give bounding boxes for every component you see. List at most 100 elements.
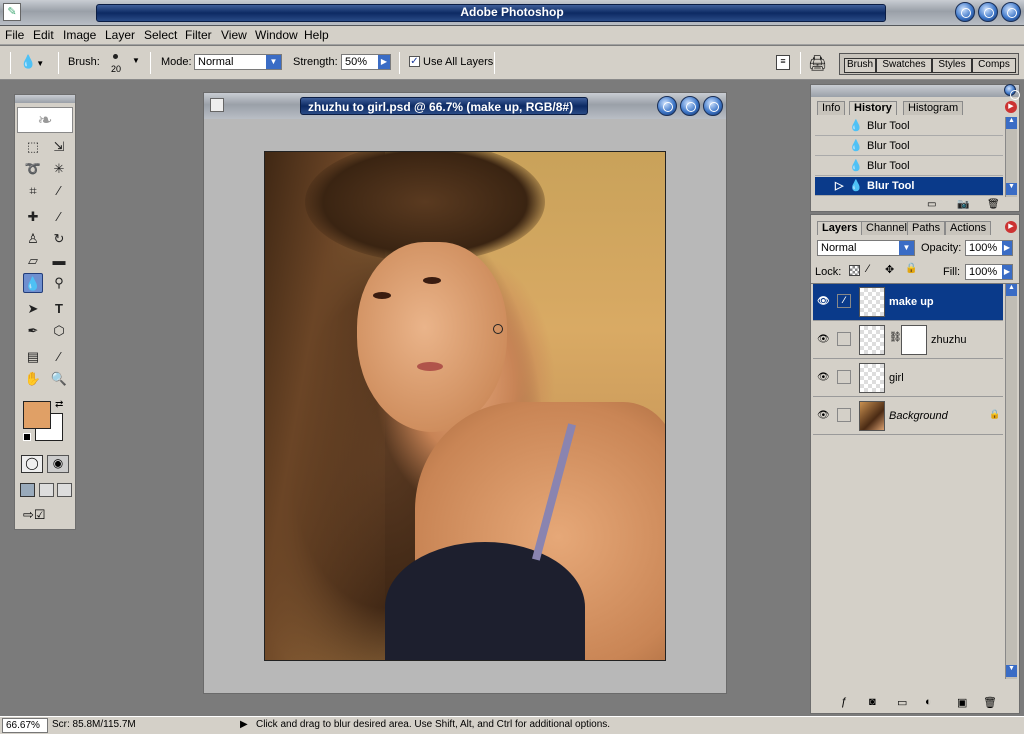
lock-position-icon[interactable]: ✥ xyxy=(885,263,894,276)
menu-file[interactable]: File xyxy=(5,28,24,42)
magic-wand-icon[interactable]: ✳ xyxy=(49,159,69,179)
trash-icon[interactable]: 🗑 xyxy=(983,696,997,709)
document-icon[interactable]: ≡ xyxy=(776,55,790,70)
link-box[interactable] xyxy=(837,332,851,346)
eraser-tool-icon[interactable]: ▱ xyxy=(23,251,43,271)
new-document-from-state-icon[interactable]: 📷 xyxy=(957,199,969,210)
menu-select[interactable]: Select xyxy=(144,28,177,42)
panel-menu-arrow-icon[interactable]: ▶ xyxy=(1005,101,1017,113)
standard-mode-button[interactable]: ◯ xyxy=(21,455,43,473)
scroll-up-icon[interactable]: ▲ xyxy=(1006,284,1017,296)
lock-transparency-icon[interactable] xyxy=(849,265,860,276)
menu-help[interactable]: Help xyxy=(304,28,329,42)
layer-style-icon[interactable]: ƒ xyxy=(841,696,847,708)
history-item[interactable]: 💧 Blur Tool xyxy=(815,137,1003,156)
history-item[interactable]: 💧 Blur Tool xyxy=(815,157,1003,176)
menu-window[interactable]: Window xyxy=(255,28,298,42)
foreground-color-swatch[interactable] xyxy=(23,401,51,429)
history-item[interactable]: 💧 Blur Tool xyxy=(815,117,1003,136)
lock-all-icon[interactable]: 🔒 xyxy=(905,263,917,274)
minimize-button[interactable] xyxy=(955,2,975,22)
link-box[interactable] xyxy=(837,408,851,422)
palette-tab-comps[interactable]: Comps xyxy=(972,58,1016,73)
new-group-icon[interactable]: ▭ xyxy=(897,696,907,709)
notes-tool-icon[interactable]: ▤ xyxy=(23,347,43,367)
brush-tool-icon[interactable]: ⁄ xyxy=(49,207,69,227)
lasso-tool-icon[interactable]: ➰ xyxy=(23,159,43,179)
menu-view[interactable]: View xyxy=(221,28,247,42)
stamp-tool-icon[interactable]: ♙ xyxy=(23,229,43,249)
new-snapshot-icon[interactable]: ▭ xyxy=(927,199,936,210)
adjustment-layer-icon[interactable]: ◐ xyxy=(925,696,932,708)
path-select-icon[interactable]: ➤ xyxy=(23,299,43,319)
shape-tool-icon[interactable]: ⬡ xyxy=(49,321,69,341)
link-box[interactable] xyxy=(837,370,851,384)
close-button[interactable] xyxy=(1001,2,1021,22)
zoom-tool-icon[interactable]: 🔍 xyxy=(49,369,69,389)
eye-icon[interactable]: 👁 xyxy=(817,410,830,421)
doc-minimize-button[interactable] xyxy=(657,96,677,116)
screen-mode-full-menu-button[interactable] xyxy=(39,483,54,497)
mode-select[interactable]: Normal ▼ xyxy=(194,54,282,70)
layer-row-make-up[interactable]: 👁 ⁄ make up xyxy=(813,284,1003,321)
menu-layer[interactable]: Layer xyxy=(105,28,135,42)
eye-icon[interactable]: 👁 xyxy=(817,372,830,383)
brush-picker[interactable]: 20 ▼ xyxy=(105,52,141,76)
swap-colors-icon[interactable]: ⇄ xyxy=(55,399,63,410)
screen-mode-standard-button[interactable] xyxy=(20,483,35,497)
palette-tab-styles[interactable]: Styles xyxy=(932,58,972,73)
marquee-tool-icon[interactable]: ⬚ xyxy=(23,137,43,157)
healing-brush-icon[interactable]: ✚ xyxy=(23,207,43,227)
lock-image-icon[interactable]: ⁄ xyxy=(867,263,869,275)
toolbox-header[interactable] xyxy=(15,95,75,103)
printer-icon[interactable]: 🖨 xyxy=(808,54,830,72)
slice-tool-icon[interactable]: ⁄ xyxy=(49,181,69,201)
dodge-tool-icon[interactable]: ⚲ xyxy=(49,273,69,293)
blend-mode-select[interactable]: Normal ▼ xyxy=(817,240,915,256)
hand-tool-icon[interactable]: ✋ xyxy=(23,369,43,389)
history-brush-icon[interactable]: ↻ xyxy=(49,229,69,249)
add-mask-icon[interactable]: ◙ xyxy=(869,696,876,708)
scroll-down-icon[interactable]: ▼ xyxy=(1006,183,1017,195)
doc-close-button[interactable] xyxy=(703,96,723,116)
gradient-tool-icon[interactable]: ▬ xyxy=(49,251,69,271)
scroll-up-icon[interactable]: ▲ xyxy=(1006,117,1017,129)
menu-edit[interactable]: Edit xyxy=(33,28,54,42)
tab-histogram[interactable]: Histogram xyxy=(903,101,964,115)
eyedropper-icon[interactable]: ⁄ xyxy=(49,347,69,367)
tab-info[interactable]: Info xyxy=(817,101,846,115)
tab-history[interactable]: History xyxy=(849,101,897,115)
crop-tool-icon[interactable]: ⌗ xyxy=(23,181,43,201)
tab-layers[interactable]: Layers xyxy=(817,221,863,235)
type-tool-icon[interactable]: T xyxy=(49,299,69,319)
trash-icon[interactable]: 🗑 xyxy=(987,199,1000,210)
pen-tool-icon[interactable]: ✒ xyxy=(23,321,43,341)
panel-menu-arrow-icon[interactable]: ▶ xyxy=(1005,221,1017,233)
canvas-image[interactable] xyxy=(264,151,666,661)
blur-tool-icon[interactable]: 💧 xyxy=(23,273,43,293)
layer-row-zhuzhu[interactable]: 👁 ⛓ zhuzhu xyxy=(813,322,1003,359)
default-colors-icon[interactable] xyxy=(23,433,31,441)
zoom-field[interactable]: 66.67% xyxy=(2,718,48,733)
doc-maximize-button[interactable] xyxy=(680,96,700,116)
eye-icon[interactable]: 👁 xyxy=(817,334,830,345)
menu-image[interactable]: Image xyxy=(63,28,96,42)
layers-scrollbar[interactable]: ▲ ▼ xyxy=(1005,284,1017,679)
palette-tab-brush[interactable]: Brush xyxy=(844,58,876,73)
scroll-down-icon[interactable]: ▼ xyxy=(1006,665,1017,677)
screen-mode-full-button[interactable] xyxy=(57,483,72,497)
layer-row-background[interactable]: 👁 Background 🔒 xyxy=(813,398,1003,435)
use-all-layers-checkbox[interactable]: ✓ xyxy=(409,56,420,67)
panel-header[interactable] xyxy=(811,85,1019,97)
jump-to-imageready-icon[interactable]: ⇨☑ xyxy=(23,507,67,525)
move-tool-icon[interactable]: ⇲ xyxy=(49,137,69,157)
panel-close-button[interactable] xyxy=(1004,84,1020,100)
tab-paths[interactable]: Paths xyxy=(907,221,946,235)
fill-input[interactable]: 100% ▶ xyxy=(965,264,1013,280)
status-arrow-icon[interactable]: ▶ xyxy=(240,719,248,730)
menu-filter[interactable]: Filter xyxy=(185,28,212,42)
new-layer-icon[interactable]: ▣ xyxy=(957,696,967,709)
palette-tab-swatches[interactable]: Swatches xyxy=(876,58,932,73)
layer-row-girl[interactable]: 👁 girl xyxy=(813,360,1003,397)
history-item-selected[interactable]: ▷ 💧 Blur Tool xyxy=(815,177,1003,196)
